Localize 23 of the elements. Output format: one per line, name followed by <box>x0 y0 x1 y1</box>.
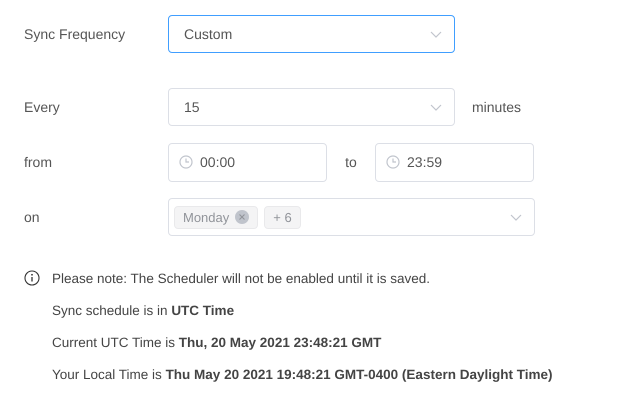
range-separator: to <box>344 154 358 170</box>
day-tag: Monday <box>174 206 258 228</box>
start-time-field[interactable]: 00:00 <box>168 142 327 182</box>
note-text: Current UTC Time is Thu, 20 May 2021 23:48:21 GMT <box>52 334 382 350</box>
info-icon <box>24 270 40 286</box>
frequency-select[interactable]: Custom <box>168 15 455 53</box>
note-text: Your Local Time is Thu May 20 2021 19:48:21 GMT-0400 (Eastern Daylight Time) <box>52 366 552 382</box>
chevron-down-icon <box>430 104 442 110</box>
day-tag: + 6 <box>264 206 301 228</box>
end-time-field[interactable]: 23:59 <box>375 142 534 182</box>
field-label: from <box>24 154 53 170</box>
interval-select[interactable]: 15 <box>168 88 455 126</box>
clock-icon <box>386 155 400 169</box>
close-icon[interactable] <box>235 210 250 224</box>
field-label: Sync Frequency <box>24 26 126 42</box>
unit-label: minutes <box>472 99 522 115</box>
field-label: Every <box>24 99 61 115</box>
clock-icon <box>179 155 193 169</box>
field-label: on <box>24 209 41 225</box>
note-text: Please note: The Scheduler will not be enabled until it is saved. <box>52 270 430 286</box>
chevron-down-icon <box>510 214 522 220</box>
chevron-down-icon <box>430 30 442 38</box>
note-text: Sync schedule is in UTC Time <box>52 302 234 318</box>
